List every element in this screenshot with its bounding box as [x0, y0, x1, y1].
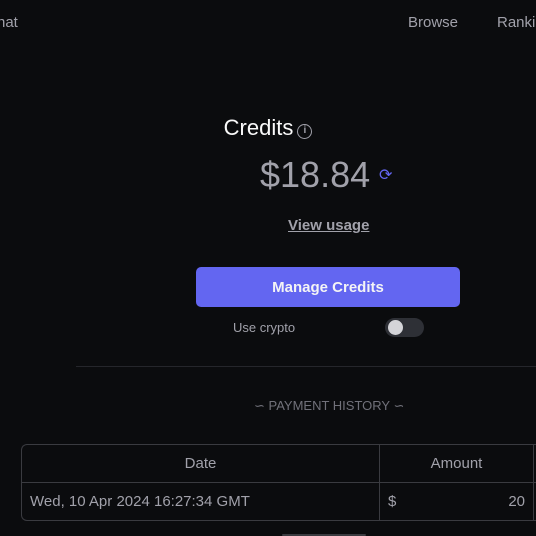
payment-history-table: Date Amount Wed, 10 Apr 2024 16:27:34 GM… — [21, 444, 536, 521]
toggle-knob — [388, 320, 403, 335]
info-icon[interactable]: i — [297, 124, 313, 139]
table-header-row: Date Amount — [22, 445, 536, 483]
currency-symbol: $ — [388, 493, 397, 510]
payment-amount-cell: $20 — [380, 483, 534, 520]
view-usage-link[interactable]: View usage — [288, 217, 369, 234]
refresh-icon[interactable]: ⟳ — [379, 165, 392, 185]
nav-link-chat[interactable]: hat — [0, 14, 18, 31]
column-header-amount: Amount — [380, 445, 534, 483]
credits-title: Credits i — [0, 115, 536, 141]
use-crypto-toggle[interactable] — [385, 318, 424, 337]
manage-credits-button[interactable]: Manage Credits — [196, 267, 460, 307]
payment-date: Wed, 10 Apr 2024 16:27:34 GMT — [22, 483, 380, 520]
nav-link-rankings[interactable]: Ranki — [497, 14, 535, 31]
payment-amount: 20 — [508, 493, 525, 510]
use-crypto-label: Use crypto — [233, 320, 296, 335]
payment-history-heading: ∽ PAYMENT HISTORY ∽ — [254, 398, 405, 413]
credits-title-text: Credits — [223, 115, 294, 140]
nav-link-browse[interactable]: Browse — [408, 14, 458, 31]
column-header-date: Date — [22, 445, 380, 483]
divider — [76, 366, 536, 367]
table-row: Wed, 10 Apr 2024 16:27:34 GMT $20 — [22, 483, 536, 520]
credit-balance: $18.84 — [260, 154, 371, 195]
